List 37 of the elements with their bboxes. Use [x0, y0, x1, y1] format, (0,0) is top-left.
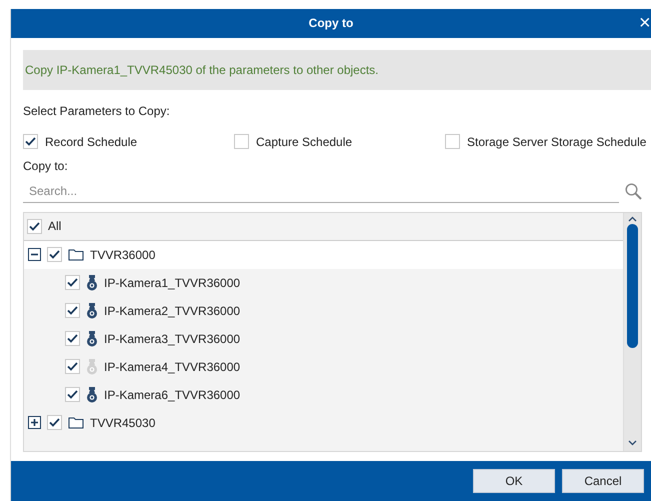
search-icon	[625, 183, 642, 200]
scrollbar-thumb[interactable]	[627, 224, 638, 348]
dialog-title: Copy to	[308, 15, 354, 32]
tree-label: IP-Kamera2_TVVR36000	[104, 302, 240, 320]
tree-label: IP-Kamera4_TVVR36000	[104, 358, 240, 376]
tree-label: IP-Kamera1_TVVR36000	[104, 274, 240, 292]
tree-label: IP-Kamera6_TVVR36000	[104, 386, 240, 404]
section-label: Select Parameters to Copy:	[23, 102, 171, 120]
checkbox[interactable]	[47, 415, 62, 430]
checkbox[interactable]	[47, 247, 62, 262]
checkbox[interactable]	[65, 387, 80, 402]
checkbox[interactable]	[65, 303, 80, 318]
checkbox-label: Record Schedule	[45, 134, 138, 151]
folder-icon	[68, 416, 84, 430]
tree-label: TVVR45030	[90, 414, 156, 432]
checkbox-label: Capture Schedule	[256, 134, 352, 151]
tree-label: TVVR36000	[90, 246, 156, 264]
ok-button[interactable]: OK	[473, 468, 555, 493]
checkbox[interactable]	[65, 275, 80, 290]
checkbox[interactable]	[27, 218, 42, 234]
tree-label: All	[48, 218, 62, 236]
tree-label: IP-Kamera3_TVVR36000	[104, 330, 240, 348]
cancel-button[interactable]: Cancel	[562, 468, 644, 493]
close-button[interactable]: ×	[639, 12, 651, 34]
checkbox[interactable]	[234, 134, 249, 150]
scroll-down-icon[interactable]	[628, 440, 637, 446]
info-message: Copy IP-Kamera1_TVVR45030 of the parameters to other objects.	[23, 50, 651, 90]
collapse-icon[interactable]	[28, 248, 41, 262]
checkbox[interactable]	[445, 134, 460, 150]
checkbox[interactable]	[23, 134, 38, 150]
checkbox-label: Storage Server Storage Schedule	[467, 134, 646, 151]
scroll-up-icon[interactable]	[628, 216, 637, 222]
folder-icon	[68, 248, 84, 262]
expand-icon[interactable]	[28, 416, 41, 430]
section-label: Copy to:	[23, 158, 69, 175]
checkbox[interactable]	[65, 331, 80, 346]
checkbox[interactable]	[65, 359, 80, 374]
